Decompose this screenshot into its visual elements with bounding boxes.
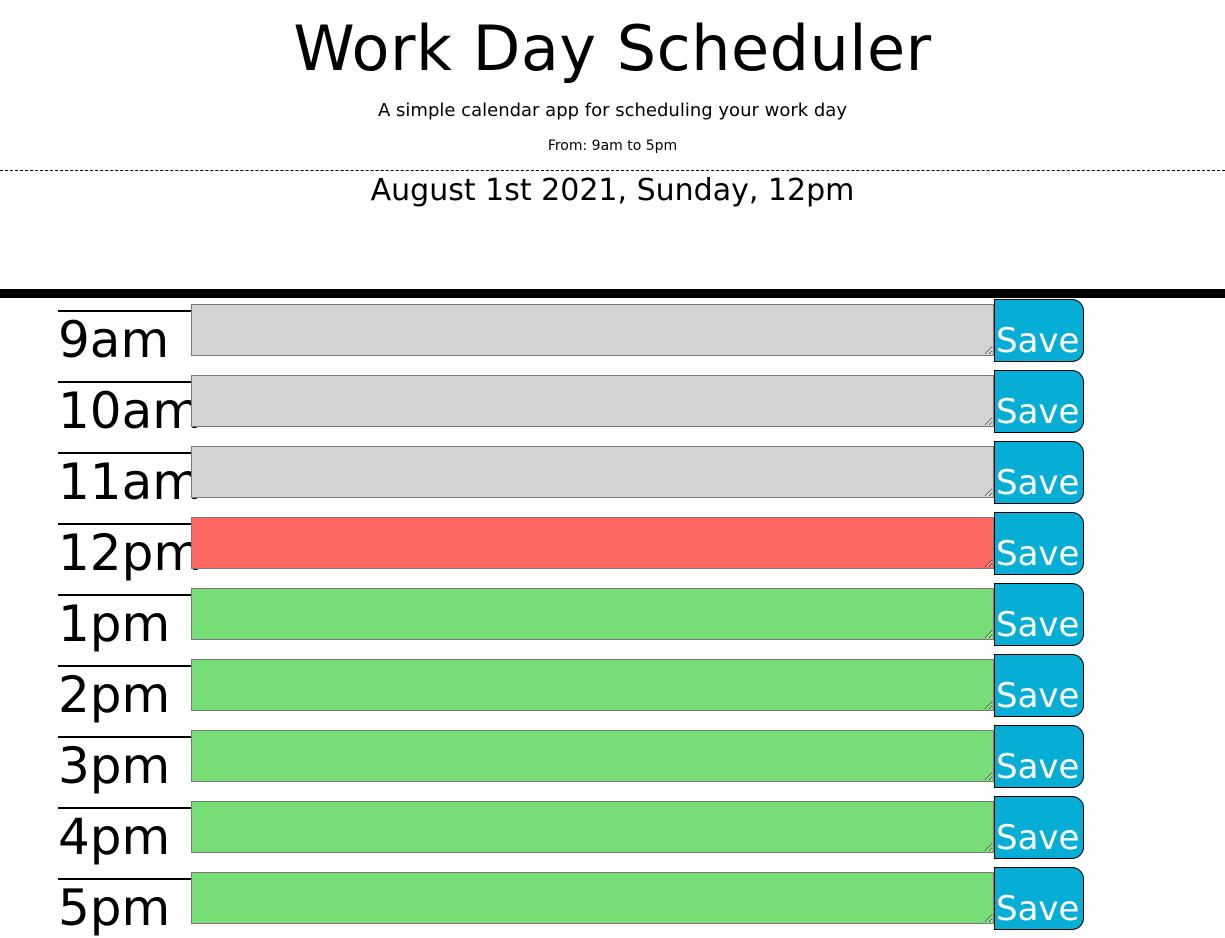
save-button-11am[interactable]: Save [994, 441, 1084, 504]
timeblock-container: 9am Save 10am Save 11am Save 12pm Save 1… [0, 298, 1225, 937]
save-button-10am[interactable]: Save [994, 370, 1084, 433]
hour-label: 3pm [58, 736, 191, 794]
save-button-label: Save [996, 462, 1080, 503]
save-button-label: Save [996, 817, 1080, 858]
time-block-row: 12pm Save [0, 511, 1225, 582]
save-button-5pm[interactable]: Save [994, 867, 1084, 930]
task-input-4pm[interactable] [191, 801, 994, 853]
save-button-1pm[interactable]: Save [994, 583, 1084, 646]
save-button-label: Save [996, 604, 1080, 645]
hour-label: 2pm [58, 665, 191, 723]
task-input-9am[interactable] [191, 304, 994, 356]
task-input-10am[interactable] [191, 375, 994, 427]
time-block-row: 11am Save [0, 440, 1225, 511]
task-input-12pm[interactable] [191, 517, 994, 569]
hour-label: 5pm [58, 878, 191, 936]
dashed-divider [0, 170, 1225, 171]
hour-label: 11am [58, 452, 201, 511]
time-block-row: 5pm Save [0, 866, 1225, 937]
task-input-3pm[interactable] [191, 730, 994, 782]
save-button-2pm[interactable]: Save [994, 654, 1084, 717]
task-input-11am[interactable] [191, 446, 994, 498]
hour-label: 4pm [58, 807, 191, 865]
time-block-row: 9am Save [0, 298, 1225, 369]
hour-label: 1pm [58, 594, 191, 652]
time-block-row: 3pm Save [0, 724, 1225, 795]
task-input-2pm[interactable] [191, 659, 994, 711]
time-block-row: 1pm Save [0, 582, 1225, 653]
save-button-12pm[interactable]: Save [994, 512, 1084, 575]
time-block-row: 10am Save [0, 369, 1225, 440]
hour-label: 12pm [58, 523, 203, 582]
time-block-row: 2pm Save [0, 653, 1225, 724]
work-hours-text: From: 9am to 5pm [547, 138, 678, 154]
save-button-4pm[interactable]: Save [994, 796, 1084, 859]
save-button-label: Save [996, 746, 1080, 787]
hour-label: 10am [58, 381, 201, 440]
save-button-label: Save [996, 888, 1080, 929]
hour-label: 9am [58, 310, 191, 368]
page-subtitle: A simple calendar app for scheduling you… [378, 100, 847, 121]
task-input-5pm[interactable] [191, 872, 994, 924]
save-button-label: Save [996, 320, 1080, 361]
save-button-label: Save [996, 391, 1080, 432]
save-button-3pm[interactable]: Save [994, 725, 1084, 788]
header-divider [0, 289, 1225, 298]
save-button-label: Save [996, 675, 1080, 716]
jumbotron-header: Work Day Scheduler A simple calendar app… [0, 0, 1225, 208]
page-title: Work Day Scheduler [293, 12, 932, 85]
save-button-label: Save [996, 533, 1080, 574]
save-button-9am[interactable]: Save [994, 299, 1084, 362]
current-day: August 1st 2021, Sunday, 12pm [370, 173, 855, 208]
time-block-row: 4pm Save [0, 795, 1225, 866]
task-input-1pm[interactable] [191, 588, 994, 640]
